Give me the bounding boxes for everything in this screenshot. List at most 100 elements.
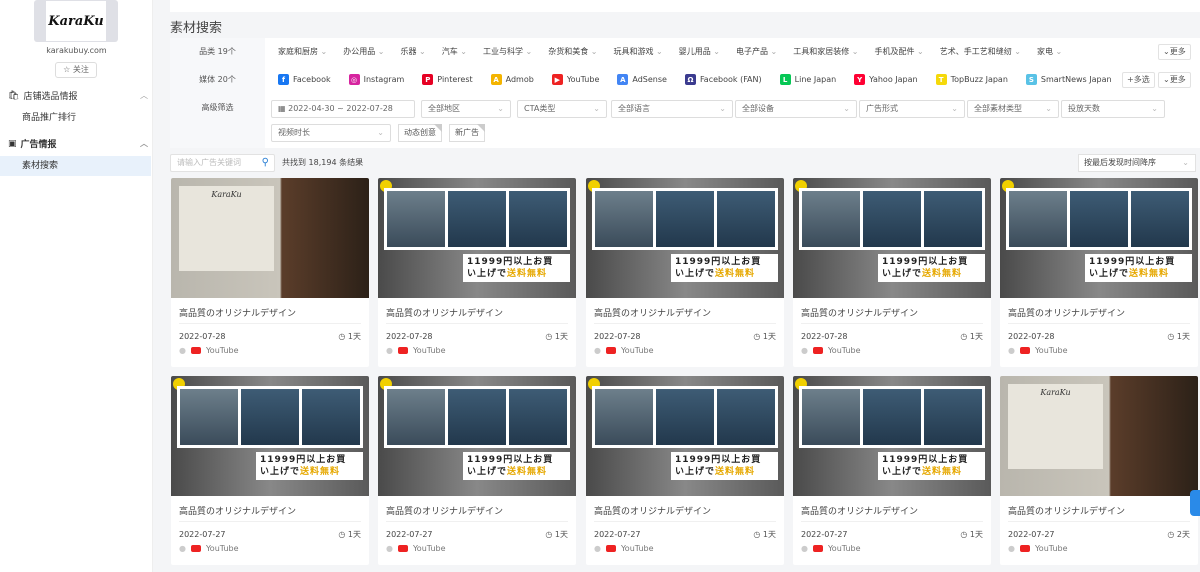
chevron-down-icon: ⌄ — [1045, 104, 1052, 113]
ad-thumbnail[interactable]: KaraKu — [1000, 376, 1198, 496]
promo-banner: 11999円以上お買 い上げで送料無料 — [878, 254, 985, 282]
filter-select[interactable]: 全部语言 ⌄ — [611, 100, 733, 118]
category-option[interactable]: 婴儿用品 — [679, 46, 720, 57]
ad-thumbnail[interactable]: 11999円以上お買 い上げで送料無料 — [378, 178, 576, 298]
media-option[interactable]: P Pinterest — [422, 74, 473, 85]
chevron-up-icon: ︿ — [140, 139, 148, 148]
media-option[interactable]: L Line Japan — [779, 74, 836, 85]
category-option[interactable]: 汽车 — [442, 46, 467, 57]
category-list: 家庭和厨房 办公用品 乐器 汽车 工业与科学 杂货和美食 玩具和游戏 婴儿用品 电子产品 工具和家… — [278, 46, 1078, 57]
sort-select[interactable]: 按最后发现时间降序 ⌄ — [1078, 154, 1196, 172]
category-option[interactable]: 电子产品 — [736, 46, 777, 57]
media-option[interactable]: Ω Facebook (FAN) — [684, 74, 762, 85]
media-logo-icon: Ω — [684, 74, 696, 85]
category-option[interactable]: 工具和家居装修 — [793, 46, 858, 57]
media-more-button[interactable]: ⌄更多 — [1158, 72, 1191, 88]
ad-duration: ◷ 1天 — [753, 530, 776, 539]
promo-banner: 11999円以上お買 い上げで送料無料 — [463, 254, 570, 282]
ad-platform: ● YouTube — [1008, 544, 1068, 553]
tag-new-ad[interactable]: 新广告 — [449, 124, 485, 142]
category-option[interactable]: 手机及配件 — [875, 46, 924, 57]
filter-select[interactable]: 投放天数 ⌄ — [1061, 100, 1165, 118]
media-label: 媒体 20个 — [170, 66, 265, 94]
media-option[interactable]: S SmartNews Japan — [1025, 74, 1112, 85]
category-option[interactable]: 乐器 — [401, 46, 426, 57]
multi-select-button[interactable]: +多选 — [1122, 72, 1155, 88]
filter-select[interactable]: 广告形式 ⌄ — [859, 100, 965, 118]
ad-card[interactable]: 11999円以上お買 い上げで送料無料 高品質のオリジナルデザイン 2022-07… — [586, 178, 784, 367]
ad-card[interactable]: 11999円以上お買 い上げで送料無料 高品質のオリジナルデザイン 2022-07… — [793, 178, 991, 367]
ad-thumbnail[interactable]: 11999円以上お買 い上げで送料無料 — [793, 376, 991, 496]
apple-icon: ● — [1008, 346, 1015, 355]
ad-thumbnail[interactable]: 11999円以上お買 い上げで送料無料 — [378, 376, 576, 496]
filter-select[interactable]: 全部设备 ⌄ — [735, 100, 857, 118]
product-images — [592, 386, 778, 448]
ad-card[interactable]: 11999円以上お買 い上げで送料無料 高品質のオリジナルデザイン 2022-07… — [793, 376, 991, 565]
sidebar-item-product-ranking[interactable]: 商品推广排行 — [0, 108, 151, 128]
apple-icon: ● — [386, 544, 393, 553]
media-option[interactable]: A AdSense — [617, 74, 667, 85]
ad-thumbnail[interactable]: 11999円以上お買 い上げで送料無料 — [586, 376, 784, 496]
filter-select[interactable]: CTA类型 ⌄ — [517, 100, 607, 118]
search-input[interactable]: 请输入广告关键词 ⚲ — [170, 154, 275, 172]
ad-card[interactable]: 11999円以上お買 い上げで送料無料 高品質のオリジナルデザイン 2022-07… — [378, 178, 576, 367]
ad-title: 高品質のオリジナルデザイン — [179, 507, 297, 517]
ad-card[interactable]: 11999円以上お買 い上げで送料無料 高品質のオリジナルデザイン 2022-07… — [378, 376, 576, 565]
promo-banner: 11999円以上お買 い上げで送料無料 — [256, 452, 363, 480]
category-option[interactable]: 艺术、手工艺和缝纫 — [940, 46, 1021, 57]
category-option[interactable]: 家庭和厨房 — [278, 46, 327, 57]
search-icon[interactable]: ⚲ — [262, 155, 269, 171]
ad-duration: ◷ 2天 — [1167, 530, 1190, 539]
ad-card[interactable]: 11999円以上お買 い上げで送料無料 高品質のオリジナルデザイン 2022-07… — [171, 376, 369, 565]
media-option[interactable]: ◎ Instagram — [348, 74, 404, 85]
category-option[interactable]: 杂货和美食 — [548, 46, 597, 57]
ad-card[interactable]: KaraKu 高品質のオリジナルデザイン 2022-07-28 ◷ 1天 ● Yo… — [171, 178, 369, 367]
apple-icon: ● — [801, 544, 808, 553]
media-option[interactable]: T TopBuzz Japan — [935, 74, 1008, 85]
ad-platform: ● YouTube — [179, 346, 239, 355]
sidebar-section-store[interactable]: 🛍 店铺选品情报 ︿ — [8, 89, 148, 103]
ad-thumbnail[interactable]: 11999円以上お買 い上げで送料無料 — [1000, 178, 1198, 298]
ad-date: 2022-07-28 — [801, 332, 848, 341]
media-option[interactable]: f Facebook — [278, 74, 331, 85]
media-option[interactable]: Y Yahoo Japan — [854, 74, 918, 85]
filter-select[interactable]: 视频时长 ⌄ — [271, 124, 391, 142]
youtube-icon — [190, 545, 201, 552]
category-more-button[interactable]: ⌄更多 — [1158, 44, 1191, 60]
filter-select[interactable]: 全部素材类型 ⌄ — [967, 100, 1059, 118]
apple-icon: ● — [594, 346, 601, 355]
ad-date: 2022-07-28 — [594, 332, 641, 341]
tag-dynamic-creative[interactable]: 动态创意 — [398, 124, 442, 142]
ad-title: 高品質のオリジナルデザイン — [594, 507, 712, 517]
ad-title: 高品質のオリジナルデザイン — [1008, 309, 1126, 319]
category-option[interactable]: 办公用品 — [343, 46, 384, 57]
category-option[interactable]: 工业与科学 — [483, 46, 532, 57]
media-option[interactable]: A Admob — [490, 74, 534, 85]
sidebar-section-ads[interactable]: ▣ 广告情报 ︿ — [8, 137, 148, 151]
category-option[interactable]: 玩具和游戏 — [614, 46, 663, 57]
date-range-picker[interactable]: ▦ 2022-04-30 ~ 2022-07-28 — [271, 100, 415, 118]
ad-thumbnail[interactable]: KaraKu — [171, 178, 369, 298]
category-option[interactable]: 家电 — [1037, 46, 1062, 57]
sidebar-item-material-search[interactable]: 素材搜索 — [0, 156, 151, 176]
brand-panel: KaraKu — [179, 186, 274, 271]
youtube-icon — [605, 545, 616, 552]
ad-thumbnail[interactable]: 11999円以上お買 い上げで送料無料 — [171, 376, 369, 496]
youtube-icon — [812, 347, 823, 354]
ad-thumbnail[interactable]: 11999円以上お買 い上げで送料無料 — [586, 178, 784, 298]
ad-duration: ◷ 1天 — [753, 332, 776, 341]
product-images — [384, 386, 570, 448]
result-count: 共找到 18,194 条结果 — [282, 158, 364, 167]
ad-thumbnail[interactable]: 11999円以上お買 い上げで送料無料 — [793, 178, 991, 298]
floating-help-button[interactable] — [1190, 490, 1200, 516]
product-images — [799, 188, 985, 250]
ad-card[interactable]: 11999円以上お買 い上げで送料無料 高品質のオリジナルデザイン 2022-07… — [586, 376, 784, 565]
media-option[interactable]: ▶ YouTube — [551, 74, 599, 85]
follow-button[interactable]: ☆ 关注 — [55, 62, 97, 78]
category-label: 品类 19个 — [170, 38, 265, 66]
ad-duration: ◷ 1天 — [960, 332, 983, 341]
ad-platform: ● YouTube — [801, 544, 861, 553]
ad-card[interactable]: 11999円以上お買 い上げで送料無料 高品質のオリジナルデザイン 2022-07… — [1000, 178, 1198, 367]
filter-select[interactable]: 全部地区 ⌄ — [421, 100, 511, 118]
ad-card[interactable]: KaraKu 高品質のオリジナルデザイン 2022-07-27 ◷ 2天 ● Yo… — [1000, 376, 1198, 565]
